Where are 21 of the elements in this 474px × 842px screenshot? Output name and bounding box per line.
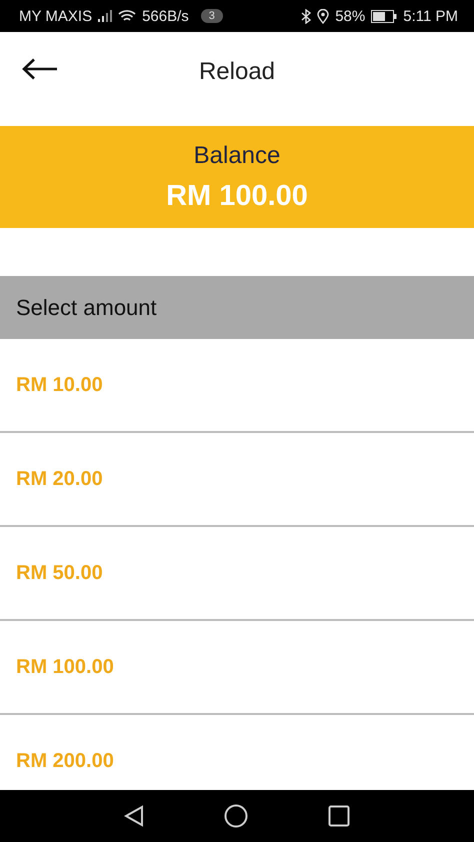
carrier-name: MY MAXIS xyxy=(19,8,92,24)
back-triangle-icon xyxy=(124,805,144,827)
back-nav-button[interactable] xyxy=(124,805,144,827)
wifi-icon xyxy=(118,9,136,23)
notification-count: 3 xyxy=(200,9,223,23)
bluetooth-icon xyxy=(301,8,312,24)
battery-icon xyxy=(371,10,398,22)
back-arrow-icon xyxy=(22,58,58,80)
recents-nav-button[interactable] xyxy=(328,805,350,827)
clock: 5:11 PM xyxy=(403,8,458,24)
page-title: Reload xyxy=(198,58,276,86)
location-icon xyxy=(317,8,330,24)
balance-amount: RM 100.00 xyxy=(166,180,308,212)
balance-label: Balance xyxy=(194,142,280,170)
home-circle-icon xyxy=(224,804,248,828)
battery-percent: 58% xyxy=(335,8,366,24)
section-title: Select amount xyxy=(16,294,157,320)
signal-icon xyxy=(98,10,112,22)
recents-square-icon xyxy=(328,805,350,827)
network-speed: 566B/s xyxy=(142,8,189,24)
home-nav-button[interactable] xyxy=(224,804,248,828)
